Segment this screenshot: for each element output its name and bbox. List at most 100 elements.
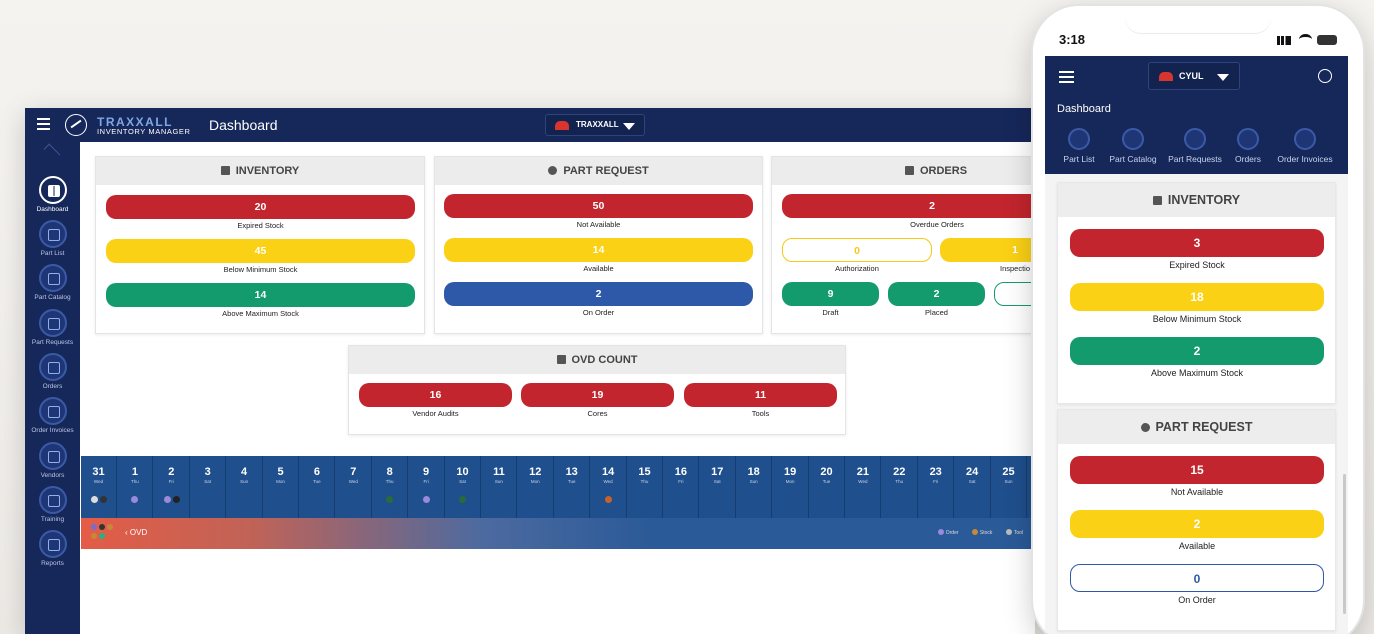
sidebar-item-part-list[interactable]: Part List: [25, 220, 80, 257]
calendar-day[interactable]: 19 Mon: [773, 456, 809, 518]
calendar-day[interactable]: 14 Wed: [591, 456, 627, 518]
calendar-day[interactable]: 4 Sun: [227, 456, 263, 518]
calendar-day[interactable]: 24 Sat: [955, 456, 991, 518]
calendar-day[interactable]: 12 Mon: [518, 456, 554, 518]
calendar-event-dot[interactable]: [604, 496, 612, 503]
page-title: Dashboard: [1057, 103, 1111, 115]
not-available-button[interactable]: 15: [1070, 456, 1324, 484]
calendar-event-dot[interactable]: [91, 496, 98, 503]
calendar-day[interactable]: 18 Sun: [736, 456, 773, 518]
calendar-event-dot[interactable]: [422, 496, 430, 503]
expired-stock-button[interactable]: 3: [1070, 229, 1324, 257]
calendar-day[interactable]: 5 Mon: [263, 456, 299, 518]
calendar-day[interactable]: 15 Thu: [627, 456, 663, 518]
on-order-button[interactable]: 0: [1070, 564, 1324, 592]
part-catalog-icon: [1122, 128, 1144, 150]
below-minimum-stock-button[interactable]: 45: [106, 239, 415, 263]
calendar-day[interactable]: 7 Wed: [336, 456, 372, 518]
inventory-icon: [220, 166, 230, 175]
tab-part-catalog[interactable]: Part Catalog: [1107, 126, 1159, 164]
overdue-orders-button[interactable]: 2: [782, 194, 1035, 218]
sidebar-item-training[interactable]: Training: [25, 486, 80, 523]
sidebar-item-orders[interactable]: Orders: [25, 353, 80, 390]
calendar-weekday: Wed: [858, 479, 868, 484]
vendors-icon: [38, 442, 67, 470]
above-maximum-stock-button[interactable]: 2: [1070, 337, 1324, 365]
tab-order-invoices[interactable]: Order Invoices: [1275, 126, 1335, 164]
calendar-day-number: 11: [493, 466, 505, 478]
legend-order: Order: [937, 529, 965, 536]
available-label: Available: [583, 264, 614, 273]
calendar-day[interactable]: 3 Sat: [190, 456, 227, 518]
calendar-day[interactable]: 22 Thu: [882, 456, 918, 518]
calendar-day[interactable]: 6 Tue: [299, 456, 336, 518]
calendar-day[interactable]: 2 Fri: [154, 456, 190, 518]
tab-part-list[interactable]: Part List: [1057, 126, 1101, 164]
tools-button[interactable]: 11: [684, 383, 837, 407]
available-button[interactable]: 14: [444, 238, 753, 262]
on-order-button[interactable]: 2: [444, 282, 753, 306]
calendar-day[interactable]: 20 Tue: [809, 456, 845, 518]
calendar-day[interactable]: 1 Thu: [117, 456, 154, 518]
phone-device: 3:18 CYUL Dashboard Part List Part Catal…: [1033, 6, 1363, 634]
calendar-weekday: Thu: [640, 479, 649, 484]
calendar-day[interactable]: 9 Fri: [409, 456, 445, 518]
tab-part-requests[interactable]: Part Requests: [1166, 126, 1224, 164]
inspection-button[interactable]: 1: [940, 238, 1035, 262]
calendar-day[interactable]: 10 Sat: [445, 456, 481, 518]
calendar-day[interactable]: 21 Wed: [845, 456, 882, 518]
calendar-event-dot[interactable]: [131, 496, 139, 503]
calendar-day[interactable]: 23 Fri: [918, 456, 955, 518]
calendar-day[interactable]: 8 Thu: [372, 456, 409, 518]
not-available-button[interactable]: 50: [444, 194, 753, 218]
calendar-weekday: Fri: [933, 479, 939, 484]
calendar-event-dot[interactable]: [100, 496, 107, 503]
cores-button[interactable]: 19: [521, 383, 674, 407]
vendor-audits-button[interactable]: 16: [359, 383, 512, 407]
user-icon[interactable]: [1318, 69, 1332, 83]
sidebar-item-label: Part List: [40, 250, 65, 257]
draft-button[interactable]: 9: [782, 282, 879, 306]
ovd-bar[interactable]: ‹ OVD Order Stock Tool: [81, 518, 1035, 549]
calendar-day[interactable]: 17 Sat: [700, 456, 736, 518]
calendar-day[interactable]: 13 Tue: [554, 456, 591, 518]
sidebar-item-part-requests[interactable]: Part Requests: [25, 309, 80, 346]
calendar-day-number: 18: [747, 466, 760, 478]
inventory-icon: [1152, 196, 1162, 205]
calendar-event-dot[interactable]: [163, 496, 171, 503]
scrollbar[interactable]: [1343, 474, 1346, 614]
calendar-day-number: 14: [601, 466, 615, 478]
placed-button[interactable]: 2: [888, 282, 985, 306]
sidebar-item-reports[interactable]: Reports: [25, 530, 80, 567]
orders-header: ORDERS: [772, 157, 1035, 185]
sidebar-item-part-catalog[interactable]: Part Catalog: [25, 264, 80, 301]
sidebar-item-vendors[interactable]: Vendors: [25, 442, 80, 479]
below-minimum-stock-button[interactable]: 18: [1070, 283, 1324, 311]
part-requests-icon: [1184, 128, 1206, 150]
calendar-event-dot[interactable]: [386, 496, 394, 503]
sidebar-item-dashboard[interactable]: Dashboard: [25, 176, 80, 213]
calendar-event-dot[interactable]: [459, 496, 466, 503]
calendar-day[interactable]: 31 Wed: [81, 456, 117, 518]
expired-stock-button[interactable]: 20: [106, 195, 415, 219]
calendar-day[interactable]: 11 Sun: [481, 456, 518, 518]
ovd-dots-icon: [91, 524, 117, 544]
in-button[interactable]: [994, 282, 1035, 306]
menu-icon[interactable]: [1059, 71, 1074, 83]
above-maximum-stock-button[interactable]: 14: [106, 283, 415, 307]
calendar-day[interactable]: 16 Fri: [663, 456, 700, 518]
available-button[interactable]: 2: [1070, 510, 1324, 538]
wifi-icon: [1299, 34, 1312, 45]
menu-icon[interactable]: [37, 118, 50, 130]
calendar-event-dot[interactable]: [172, 496, 180, 503]
calendar-day[interactable]: 25 Sun: [991, 456, 1027, 518]
authorization-button[interactable]: 0: [782, 238, 932, 262]
sidebar-item-order-invoices[interactable]: Order Invoices: [25, 397, 80, 434]
part-catalog-icon: [38, 264, 67, 292]
location-selector[interactable]: CYUL: [1148, 62, 1240, 90]
chevron-down-icon: [1217, 74, 1229, 81]
location-selector[interactable]: TRAXXALL: [545, 114, 645, 136]
sidebar-collapse-icon[interactable]: [43, 143, 61, 161]
calendar-day-number: 31: [92, 466, 105, 478]
tab-orders[interactable]: Orders: [1231, 126, 1265, 164]
